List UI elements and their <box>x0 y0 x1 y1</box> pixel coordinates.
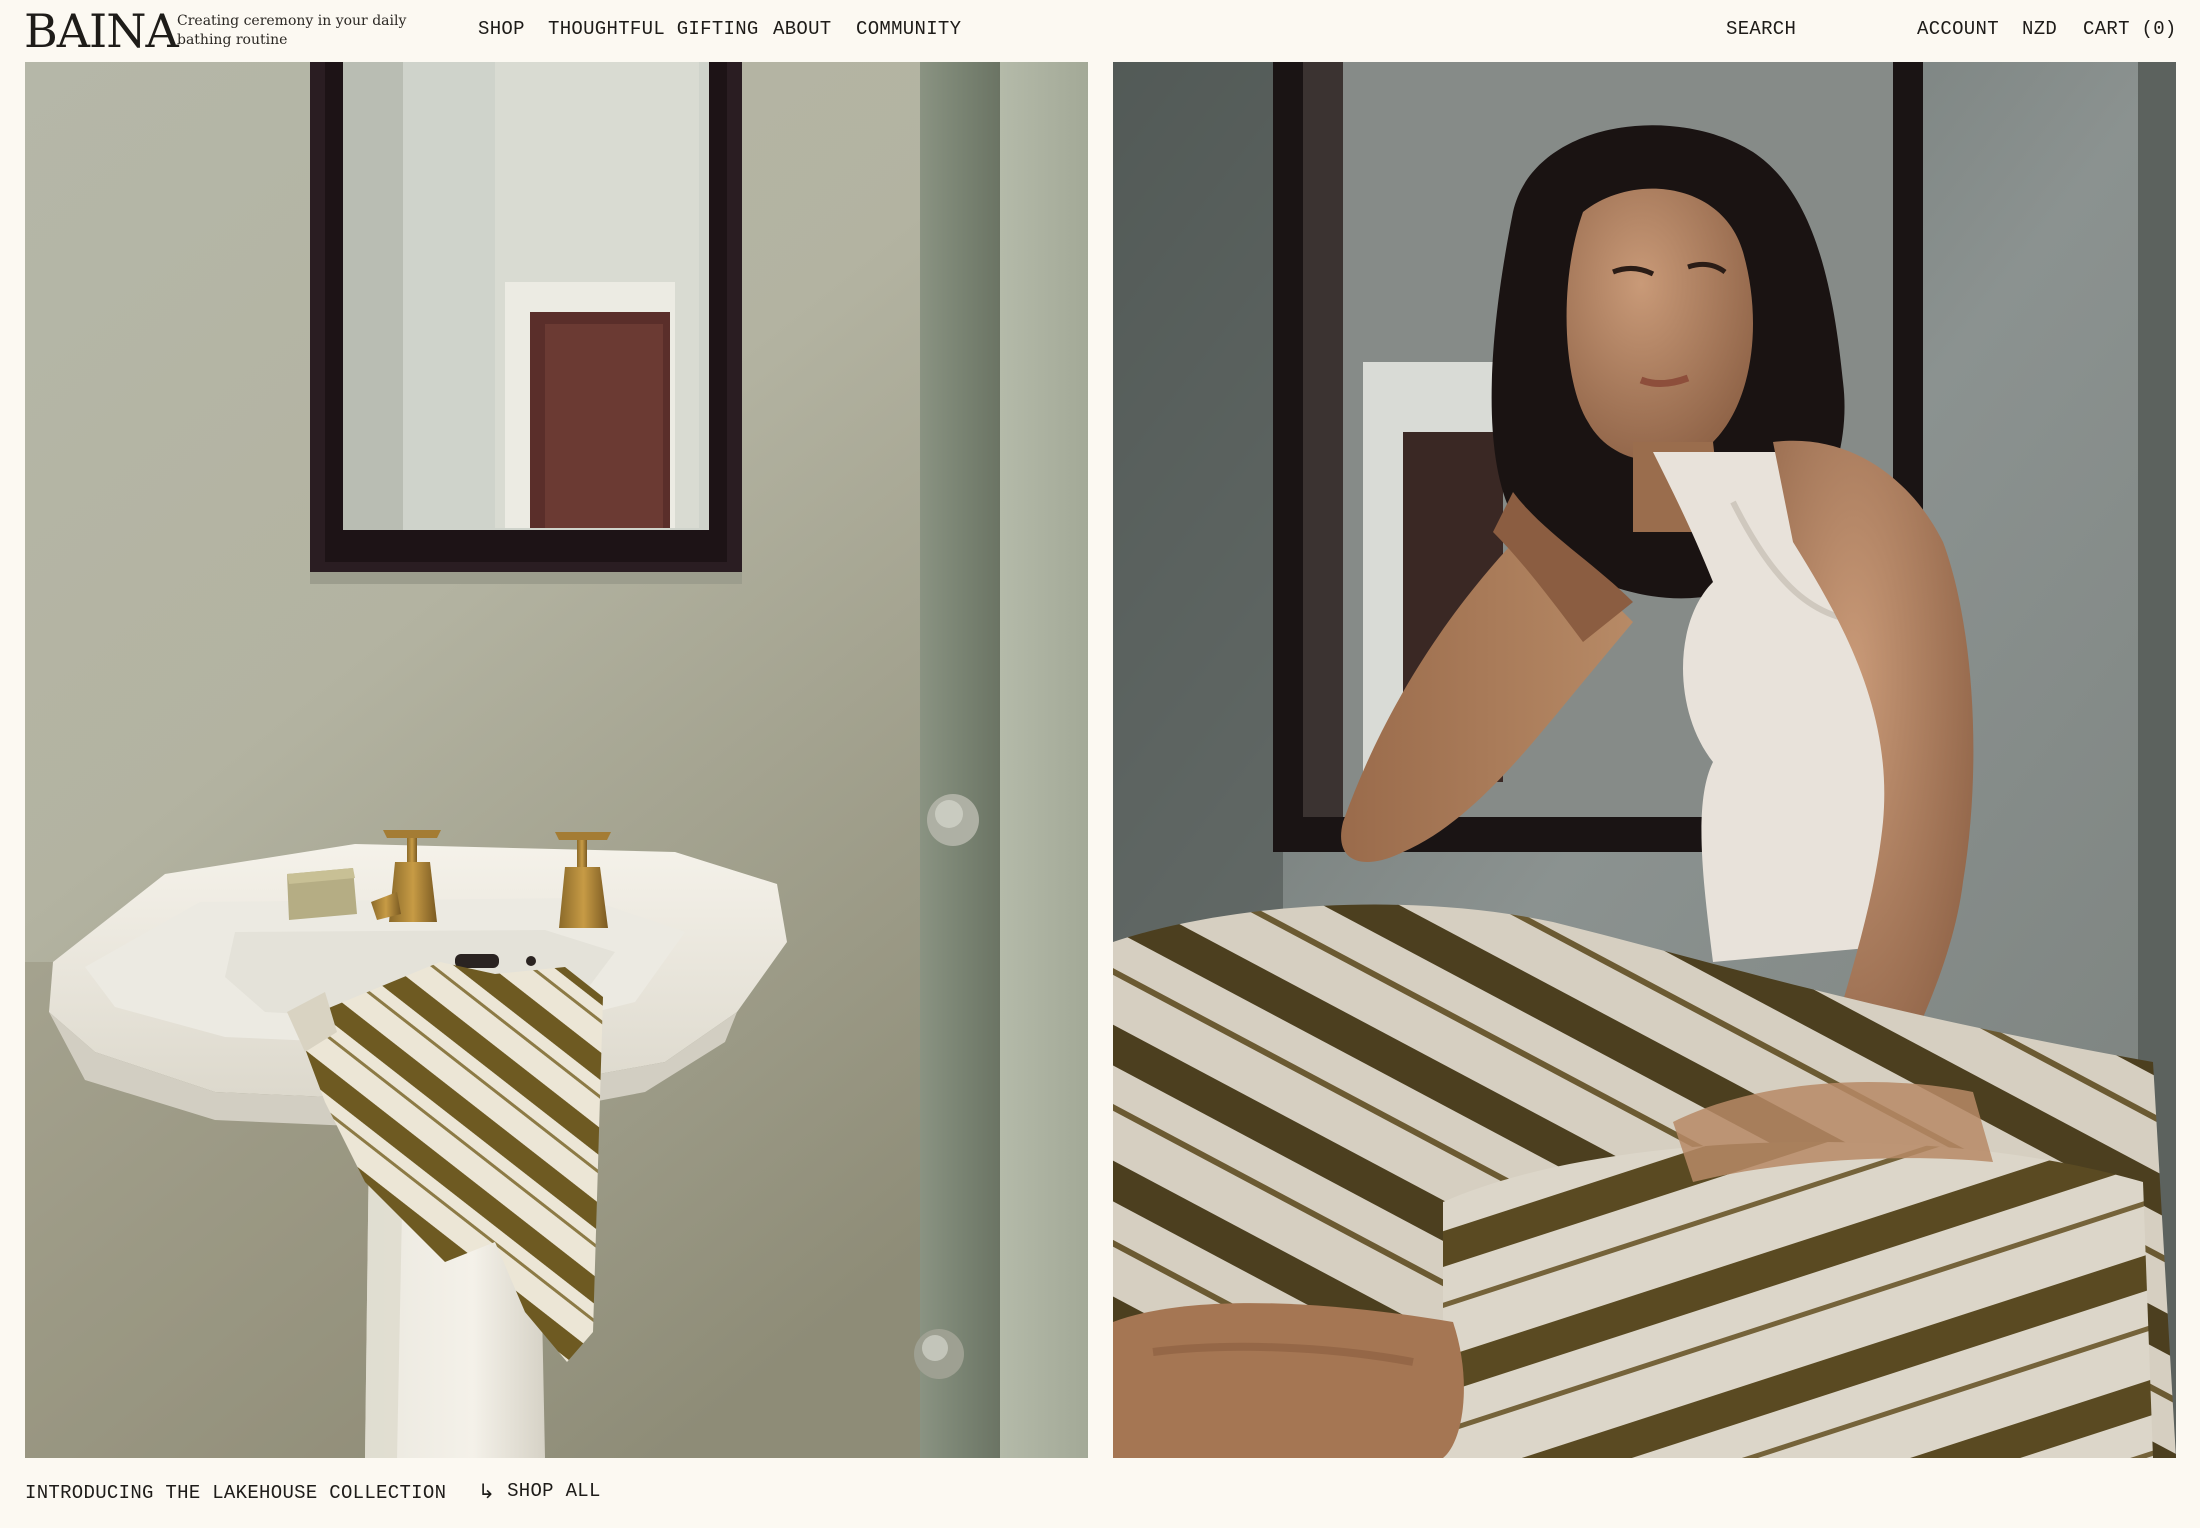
nav-item-shop[interactable]: SHOP <box>478 18 525 40</box>
return-arrow-icon: ↳ <box>478 1479 496 1503</box>
model-photo <box>1113 62 2176 1458</box>
shop-all-label: SHOP ALL <box>507 1480 601 1502</box>
nav-item-thoughtful-gifting[interactable]: THOUGHTFUL GIFTING <box>548 18 759 40</box>
sink-photo <box>25 62 1088 1458</box>
account-link[interactable]: ACCOUNT <box>1917 18 1999 40</box>
nav-item-about[interactable]: ABOUT <box>773 18 832 40</box>
collection-caption: INTRODUCING THE LAKEHOUSE COLLECTION <box>25 1482 447 1504</box>
nav-item-community[interactable]: COMMUNITY <box>856 18 961 40</box>
currency-selector[interactable]: NZD <box>2022 18 2057 40</box>
search-link[interactable]: SEARCH <box>1726 18 1796 40</box>
brand-tagline: Creating ceremony in your daily bathing … <box>177 13 407 48</box>
site-header: BAINA Creating ceremony in your daily ba… <box>0 0 2200 62</box>
brand-logo[interactable]: BAINA <box>24 6 179 56</box>
cart-link[interactable]: CART (0) <box>2083 18 2177 40</box>
shop-all-link[interactable]: ↳ SHOP ALL <box>478 1480 601 1502</box>
hero-image-model[interactable] <box>1113 62 2176 1458</box>
hero-image-sink[interactable] <box>25 62 1088 1458</box>
